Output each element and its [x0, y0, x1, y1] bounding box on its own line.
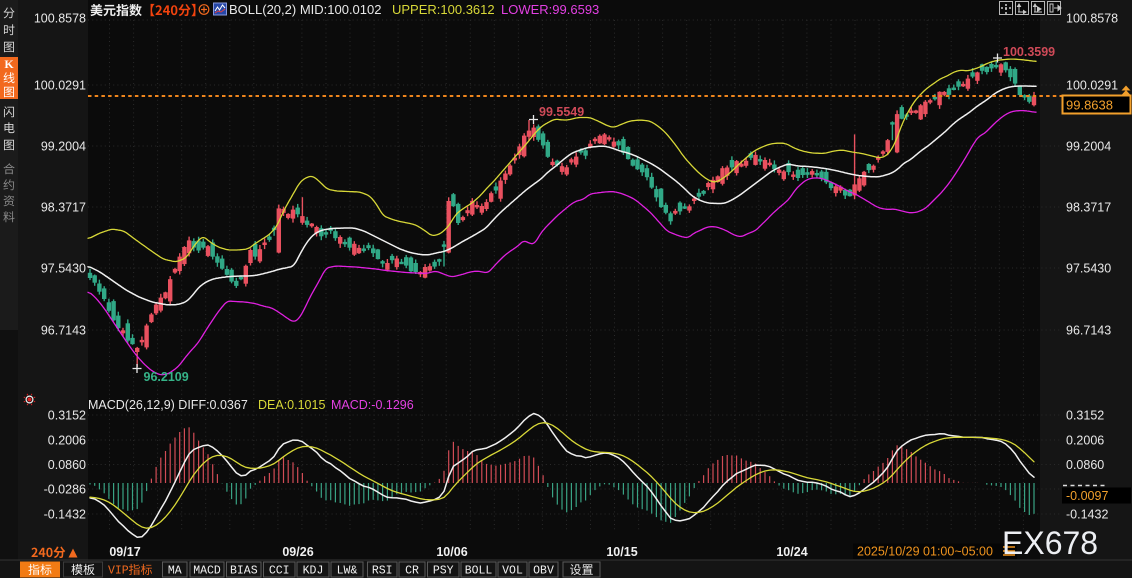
svg-text:LOWER:99.6593: LOWER:99.6593 — [501, 2, 599, 17]
svg-text:99.8638: 99.8638 — [1066, 98, 1113, 113]
svg-text:RSI: RSI — [372, 565, 393, 578]
svg-text:0.2006: 0.2006 — [1066, 434, 1104, 448]
svg-text:97.5430: 97.5430 — [41, 262, 86, 276]
svg-text:BIAS: BIAS — [230, 565, 258, 578]
svg-text:10/15: 10/15 — [606, 545, 637, 559]
svg-text:PSY: PSY — [433, 565, 454, 578]
svg-text:10/24: 10/24 — [776, 545, 807, 559]
svg-text:97.5430: 97.5430 — [1066, 262, 1111, 276]
svg-text:0.2006: 0.2006 — [48, 434, 86, 448]
svg-text:96.7143: 96.7143 — [41, 324, 86, 338]
svg-text:VIP: VIP — [108, 565, 129, 578]
svg-text:09/26: 09/26 — [282, 545, 313, 559]
svg-text:96.7143: 96.7143 — [1066, 324, 1111, 338]
svg-text:100.0291: 100.0291 — [1066, 79, 1118, 93]
svg-text:EX678: EX678 — [1002, 525, 1098, 561]
svg-text:CR: CR — [405, 565, 419, 578]
svg-text:99.5549: 99.5549 — [539, 105, 584, 119]
svg-text:0.3152: 0.3152 — [48, 409, 86, 423]
svg-text:-0.1432: -0.1432 — [44, 508, 86, 522]
svg-text:-0.0097: -0.0097 — [1066, 489, 1108, 503]
svg-text:MA: MA — [168, 565, 182, 578]
svg-text:98.3717: 98.3717 — [41, 201, 86, 215]
svg-text:100.3599: 100.3599 — [1003, 45, 1055, 59]
svg-text:10/06: 10/06 — [436, 545, 467, 559]
svg-text:MACD: MACD — [193, 565, 221, 578]
svg-text:MACD:-0.1296: MACD:-0.1296 — [331, 398, 414, 412]
svg-text:UPPER:100.3612: UPPER:100.3612 — [392, 2, 495, 17]
svg-text:KDJ: KDJ — [303, 565, 324, 578]
svg-text:OBV: OBV — [533, 565, 554, 578]
svg-text:09/17: 09/17 — [109, 545, 140, 559]
svg-text:96.2109: 96.2109 — [144, 370, 189, 384]
svg-text:-0.1432: -0.1432 — [1066, 508, 1108, 522]
svg-text:0.0860: 0.0860 — [48, 458, 86, 472]
svg-text:K: K — [4, 57, 14, 71]
svg-text:0.0860: 0.0860 — [1066, 458, 1104, 472]
svg-text:0.3152: 0.3152 — [1066, 409, 1104, 423]
svg-text:-0.0286: -0.0286 — [44, 483, 86, 497]
svg-text:DEA:0.1015: DEA:0.1015 — [258, 398, 325, 412]
svg-text:MACD(26,12,9) DIFF:0.0367: MACD(26,12,9) DIFF:0.0367 — [88, 398, 248, 412]
svg-text:CCI: CCI — [269, 565, 290, 578]
svg-text:100.8578: 100.8578 — [1066, 12, 1118, 26]
svg-text:2025/10/29 01:00~05:00: 2025/10/29 01:00~05:00 — [857, 545, 993, 559]
svg-text:99.2004: 99.2004 — [1066, 140, 1111, 154]
svg-text:BOLL: BOLL — [465, 565, 493, 578]
svg-text:98.3717: 98.3717 — [1066, 201, 1111, 215]
svg-text:VOL: VOL — [502, 565, 523, 578]
svg-text:BOLL(20,2) MID:100.0102: BOLL(20,2) MID:100.0102 — [229, 2, 381, 17]
svg-text:100.0291: 100.0291 — [34, 79, 86, 93]
svg-text:99.2004: 99.2004 — [41, 140, 86, 154]
svg-text:LW&: LW& — [337, 565, 358, 578]
svg-text:100.8578: 100.8578 — [34, 12, 86, 26]
